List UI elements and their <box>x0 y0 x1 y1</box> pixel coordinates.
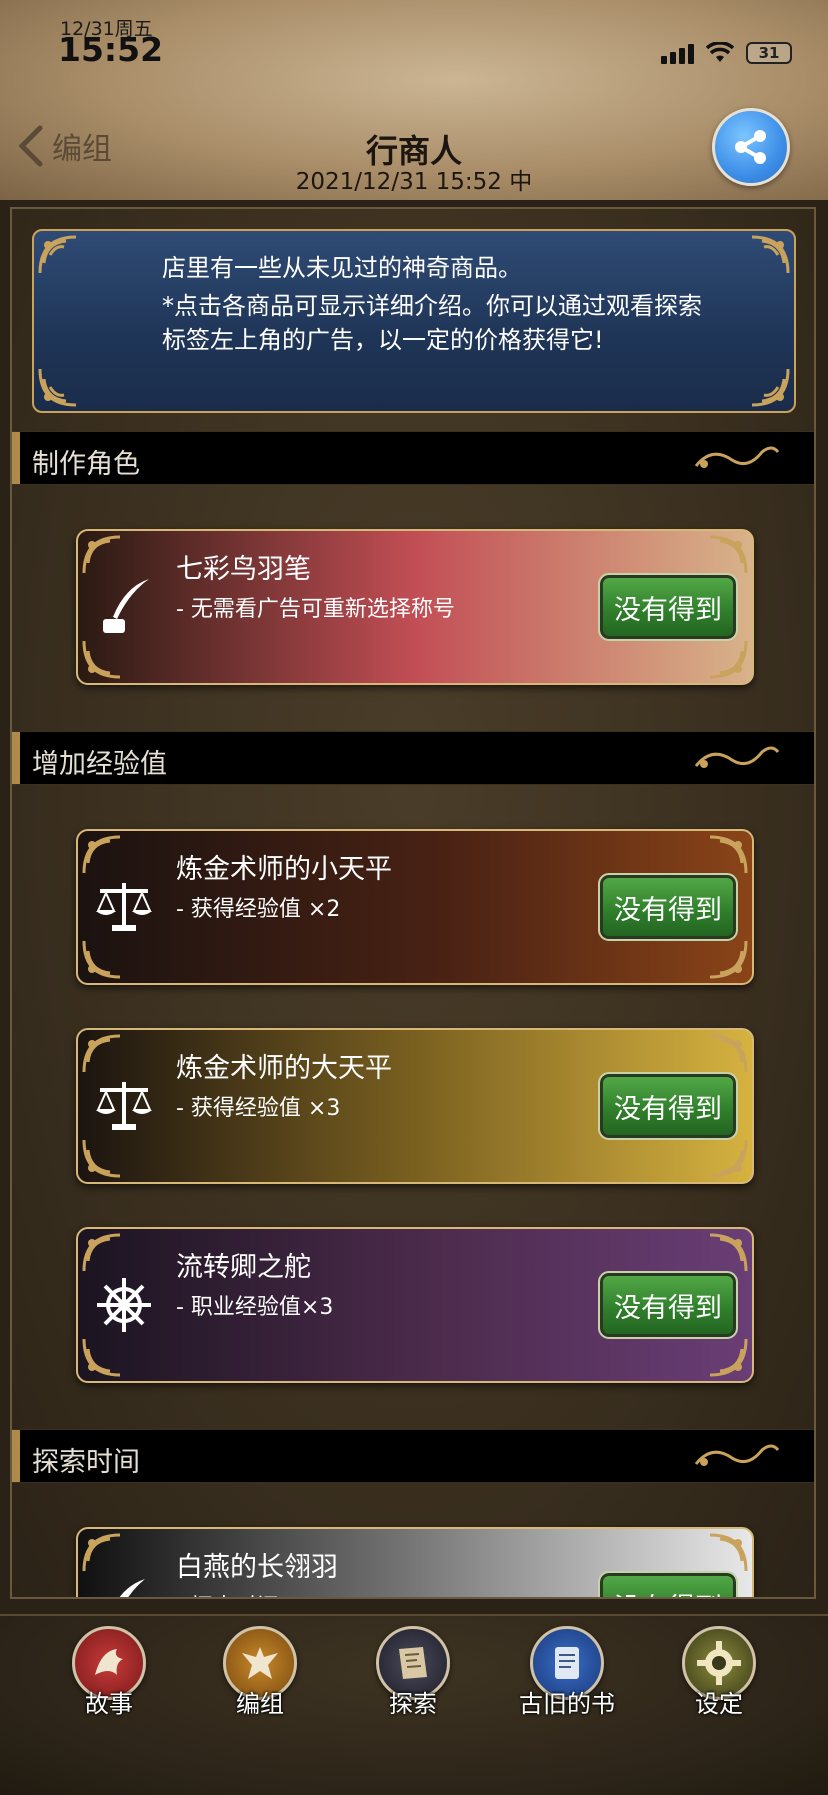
ornament-corner-icon <box>82 1233 121 1272</box>
not-obtained-button[interactable]: 没有得到 <box>598 873 738 941</box>
not-obtained-button[interactable]: 没有得到 <box>598 1271 738 1339</box>
ornament-corner-icon <box>82 1139 121 1178</box>
ornament-corner-icon <box>709 535 748 574</box>
ornament-corner-icon <box>38 368 77 407</box>
ornament-corner-icon <box>709 1139 748 1178</box>
ornament-corner-icon <box>751 368 790 407</box>
item-name: 炼金术师的小天平 <box>176 854 392 885</box>
ornament-corner-icon <box>82 1338 121 1377</box>
item-desc: - 探索时间 ×2/3 <box>176 1589 340 1597</box>
tab-party[interactable]: 编组 <box>205 1626 315 1736</box>
not-obtained-button[interactable]: 没有得到 <box>598 1072 738 1140</box>
quill-icon <box>94 575 154 639</box>
ornament-corner-icon <box>82 835 121 874</box>
wifi-icon <box>706 42 734 62</box>
tab-label: 古旧的书 <box>519 1690 615 1718</box>
ornament-corner-icon <box>709 1533 748 1572</box>
info-box: 店里有一些从未见过的神奇商品。 *点击各商品可显示详细介绍。你可以通过观看探索标… <box>32 229 796 413</box>
section-title: 制作角色 <box>32 449 140 480</box>
tab-settings[interactable]: 设定 <box>664 1626 774 1736</box>
section-header-explore-time: 探索时间 <box>12 1429 814 1483</box>
item-name: 白燕的长翎羽 <box>176 1552 338 1583</box>
section-header-character: 制作角色 <box>12 431 814 485</box>
status-time: 15:52 <box>58 30 164 69</box>
item-name: 流转卿之舵 <box>176 1252 311 1283</box>
ornament-corner-icon <box>82 940 121 979</box>
item-card-ship-wheel[interactable]: 流转卿之舵 - 职业经验值×3 没有得到 <box>76 1227 754 1383</box>
ornament-corner-icon <box>709 640 748 679</box>
not-obtained-button[interactable]: 没有得到 <box>598 573 738 641</box>
ornament-corner-icon <box>709 1233 748 1272</box>
ornament-corner-icon <box>82 640 121 679</box>
section-header-exp: 增加经验值 <box>12 731 814 785</box>
item-name: 炼金术师的大天平 <box>176 1053 392 1084</box>
scale-icon <box>94 875 154 939</box>
tab-bar: 故事 编组 探索 古旧的书 设定 <box>0 1614 828 1795</box>
ornament-corner-icon <box>709 1034 748 1073</box>
feather-icon <box>94 1573 154 1597</box>
page-subtitle: 2021/12/31 15:52 中 <box>295 169 533 195</box>
flourish-icon <box>694 446 780 468</box>
info-text: 店里有一些从未见过的神奇商品。 *点击各商品可显示详细介绍。你可以通过观看探索标… <box>162 251 722 361</box>
item-desc: - 无需看广告可重新选择称号 <box>176 597 455 622</box>
tab-story[interactable]: 故事 <box>54 1626 164 1736</box>
item-card-small-scale[interactable]: 炼金术师的小天平 - 获得经验值 ×2 没有得到 <box>76 829 754 985</box>
ornament-corner-icon <box>82 1533 121 1572</box>
ornament-corner-icon <box>709 835 748 874</box>
item-desc: - 获得经验值 ×2 <box>176 897 341 922</box>
tab-explore[interactable]: 探索 <box>358 1626 468 1736</box>
tab-label: 故事 <box>85 1690 133 1718</box>
cellular-signal-icon <box>661 42 694 64</box>
ornament-corner-icon <box>38 235 77 274</box>
item-desc: - 获得经验值 ×3 <box>176 1096 341 1121</box>
not-obtained-button[interactable]: 没有得到 <box>598 1571 738 1597</box>
flourish-icon <box>694 1444 780 1466</box>
tab-old-book[interactable]: 古旧的书 <box>512 1626 622 1736</box>
info-line-1: 店里有一些从未见过的神奇商品。 <box>162 254 522 282</box>
item-card-feather[interactable]: 白燕的长翎羽 - 探索时间 ×2/3 没有得到 <box>76 1527 754 1597</box>
item-card-big-scale[interactable]: 炼金术师的大天平 - 获得经验值 ×3 没有得到 <box>76 1028 754 1184</box>
ornament-corner-icon <box>751 235 790 274</box>
ornament-corner-icon <box>709 1338 748 1377</box>
tab-label: 探索 <box>389 1690 437 1718</box>
tab-label: 设定 <box>695 1690 743 1718</box>
ornament-corner-icon <box>82 535 121 574</box>
section-title: 探索时间 <box>32 1447 140 1478</box>
battery-icon: 31 <box>746 42 792 64</box>
item-desc: - 职业经验值×3 <box>176 1295 334 1320</box>
shop-list[interactable]: 店里有一些从未见过的神奇商品。 *点击各商品可显示详细介绍。你可以通过观看探索标… <box>10 207 816 1599</box>
scale-icon <box>94 1074 154 1138</box>
header: 12/31周五 15:52 31 编组 行商人 2021/12/31 15:52… <box>0 0 828 200</box>
item-card-quill[interactable]: 七彩鸟羽笔 - 无需看广告可重新选择称号 没有得到 <box>76 529 754 685</box>
ship-wheel-icon <box>94 1273 154 1337</box>
flourish-icon <box>694 746 780 768</box>
section-title: 增加经验值 <box>32 749 167 780</box>
ornament-corner-icon <box>82 1034 121 1073</box>
share-icon <box>735 130 766 164</box>
tab-label: 编组 <box>236 1690 284 1718</box>
share-button[interactable] <box>712 108 790 186</box>
status-indicators: 31 <box>661 38 792 68</box>
info-line-2: *点击各商品可显示详细介绍。你可以通过观看探索标签左上角的广告，以一定的价格获得… <box>162 292 702 354</box>
item-name: 七彩鸟羽笔 <box>176 554 311 585</box>
ornament-corner-icon <box>709 940 748 979</box>
